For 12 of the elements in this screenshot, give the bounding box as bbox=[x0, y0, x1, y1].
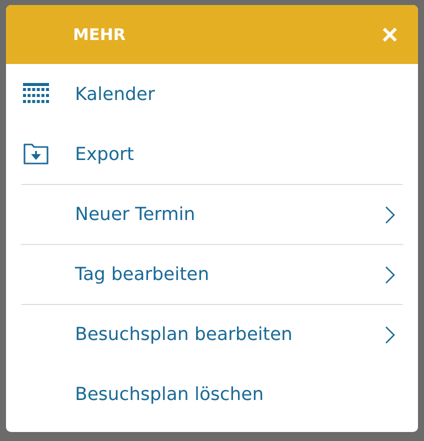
folder-download-icon bbox=[23, 143, 49, 165]
calendar-icon bbox=[23, 83, 49, 105]
menu-item[interactable]: Neuer Termin bbox=[21, 185, 403, 244]
chevron-right-icon bbox=[385, 206, 395, 224]
chevron-right-icon bbox=[385, 266, 395, 284]
menu-item[interactable]: Besuchsplan bearbeiten bbox=[21, 305, 403, 364]
chevron-right-icon bbox=[385, 326, 395, 344]
menu-item[interactable]: Besuchsplan löschen bbox=[21, 364, 403, 424]
menu-item[interactable]: Kalender bbox=[21, 64, 403, 124]
dialog-title: MEHR bbox=[73, 25, 127, 44]
menu-item[interactable]: Export bbox=[21, 124, 403, 184]
menu-item[interactable]: Tag bearbeiten bbox=[21, 245, 403, 304]
